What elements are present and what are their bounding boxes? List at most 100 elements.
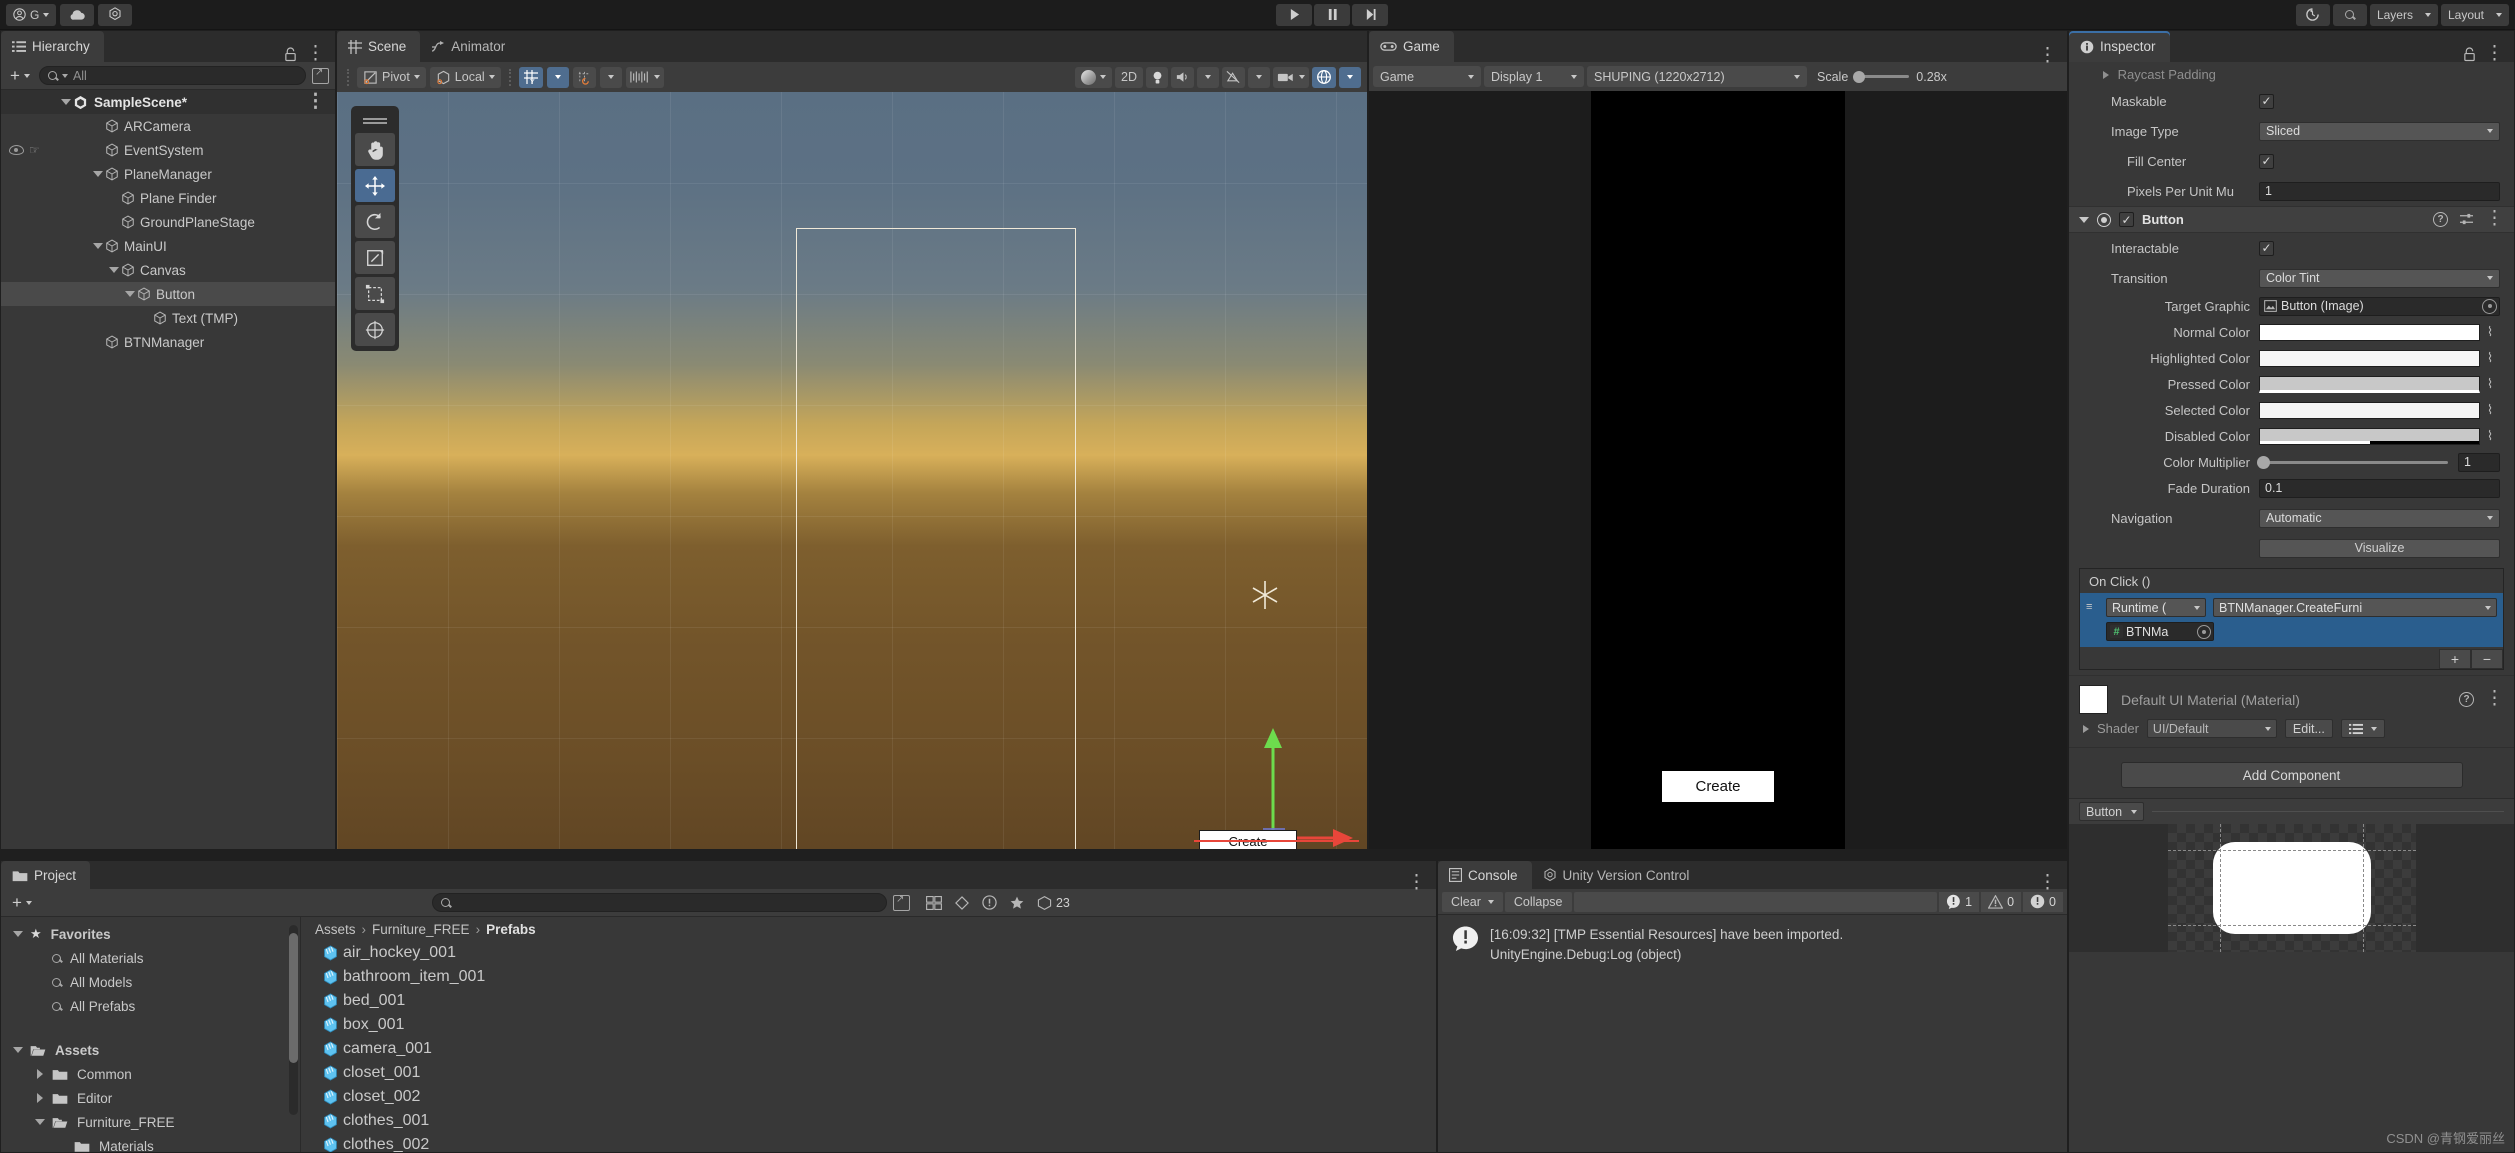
game-menu-icon[interactable]: [2038, 51, 2057, 62]
project-file-row[interactable]: bed_001: [301, 989, 1436, 1013]
hierarchy-search-input[interactable]: All: [38, 66, 306, 85]
drag-handle-icon[interactable]: ≡: [2086, 601, 2099, 613]
effects-toggle-button[interactable]: [1222, 66, 1245, 88]
local-button[interactable]: Local: [429, 66, 501, 88]
audio-toggle-button[interactable]: [1171, 66, 1194, 88]
gizmos-button[interactable]: [1312, 66, 1336, 88]
highlighted-color-swatch[interactable]: [2259, 349, 2480, 367]
game-viewmode-dropdown[interactable]: Game: [1373, 66, 1481, 87]
scene-viewport[interactable]: Create: [337, 92, 1367, 849]
console-search-field[interactable]: [1573, 891, 1938, 912]
history-button[interactable]: [2295, 3, 2330, 26]
shader-edit-button[interactable]: Edit...: [2284, 719, 2333, 738]
hierarchy-item-groundplanestage[interactable]: GroundPlaneStage: [1, 210, 335, 234]
interactable-checkbox[interactable]: [2259, 240, 2274, 256]
console-menu-icon[interactable]: [2038, 878, 2057, 889]
expand-arrow-down-icon[interactable]: [107, 267, 121, 273]
cloud-button[interactable]: [60, 3, 95, 26]
lighting-toggle-button[interactable]: [1146, 66, 1168, 88]
gizmos-dropdown[interactable]: [1339, 66, 1361, 88]
console-warning-count-badge[interactable]: 0: [1981, 891, 2022, 912]
hierarchy-item-btnmanager[interactable]: BTNManager: [1, 330, 335, 354]
on-click-runtime-dropdown[interactable]: Runtime (: [2106, 598, 2206, 617]
on-click-remove-button[interactable]: −: [2471, 649, 2503, 669]
game-viewport[interactable]: Create: [1369, 91, 2067, 849]
tab-version-control[interactable]: Unity Version Control: [1532, 861, 1704, 889]
tool-rect[interactable]: [355, 277, 395, 310]
pixels-per-unit-input[interactable]: 1: [2259, 181, 2500, 201]
button-enabled-checkbox[interactable]: [2119, 212, 2134, 227]
project-file-row[interactable]: clothes_001: [301, 1109, 1436, 1133]
target-graphic-objectfield[interactable]: Button (Image): [2259, 296, 2500, 316]
filter-by-type-icon[interactable]: [926, 895, 942, 910]
help-icon[interactable]: ?: [2433, 212, 2448, 227]
hierarchy-item-arcamera[interactable]: ARCamera: [1, 114, 335, 138]
tool-transform[interactable]: [355, 313, 395, 346]
project-tree-scrollbar[interactable]: [289, 925, 298, 1115]
selected-color-swatch[interactable]: [2259, 401, 2480, 419]
button-component-menu-icon[interactable]: [2485, 214, 2504, 225]
game-display-dropdown[interactable]: Display 1: [1484, 66, 1584, 87]
tab-game[interactable]: Game: [1369, 31, 1454, 62]
tool-rotate[interactable]: [355, 205, 395, 238]
tool-hand[interactable]: [355, 133, 395, 166]
hierarchy-item-canvas[interactable]: Canvas: [1, 258, 335, 282]
expand-arrow-down-icon[interactable]: [11, 1047, 25, 1053]
game-resolution-dropdown[interactable]: SHUPING (1220x2712): [1587, 66, 1807, 87]
grid-snap-dropdown[interactable]: [546, 66, 569, 88]
2d-toggle-button[interactable]: 2D: [1115, 66, 1143, 88]
tool-move[interactable]: [355, 169, 395, 202]
ruler-button[interactable]: [625, 66, 664, 88]
eyedropper-icon[interactable]: ⌇: [2480, 402, 2500, 418]
tool-scale[interactable]: [355, 241, 395, 274]
lock-icon[interactable]: [284, 47, 297, 62]
on-click-object-field[interactable]: # BTNMa: [2106, 622, 2214, 641]
pickability-hand-icon[interactable]: ☜: [29, 143, 40, 157]
on-click-entry[interactable]: ≡ Runtime ( BTNManager.CreateFurni # BTN…: [2080, 593, 2503, 647]
move-gizmo[interactable]: [1217, 692, 1367, 849]
preview-dropdown[interactable]: Button: [2079, 802, 2145, 821]
object-picker-icon[interactable]: [2197, 624, 2211, 639]
search-button[interactable]: [2332, 3, 2367, 26]
play-button[interactable]: [1276, 3, 1313, 26]
game-create-button[interactable]: Create: [1662, 771, 1774, 802]
eyedropper-icon[interactable]: ⌇: [2480, 376, 2500, 392]
on-click-add-button[interactable]: +: [2439, 649, 2471, 669]
project-add-button[interactable]: +: [9, 893, 35, 913]
tab-hierarchy[interactable]: Hierarchy: [1, 31, 104, 62]
add-component-button[interactable]: Add Component: [2120, 762, 2463, 788]
project-tree-item-furniture-free[interactable]: Furniture_FREE: [1, 1110, 300, 1134]
disabled-color-swatch[interactable]: [2259, 427, 2480, 445]
project-tree-item-all-models[interactable]: All Models: [1, 970, 300, 994]
chevron-right-icon[interactable]: [2103, 70, 2109, 79]
help-icon[interactable]: ?: [2459, 692, 2474, 707]
maskable-checkbox[interactable]: [2259, 93, 2274, 109]
hierarchy-item-mainui[interactable]: MainUI: [1, 234, 335, 258]
tab-scene[interactable]: Scene: [337, 31, 421, 62]
raycast-padding-row[interactable]: Raycast Padding: [2069, 62, 2514, 86]
project-file-row[interactable]: air_hockey_001: [301, 941, 1436, 965]
project-tree-item-editor[interactable]: Editor: [1, 1086, 300, 1110]
pause-button[interactable]: [1314, 3, 1351, 26]
hierarchy-item-text-tmp[interactable]: Text (TMP): [1, 306, 335, 330]
tab-animator[interactable]: Animator: [420, 31, 519, 62]
layers-dropdown[interactable]: Layers: [2369, 3, 2438, 26]
project-file-row[interactable]: clothes_002: [301, 1133, 1436, 1152]
expand-arrow-down-icon[interactable]: [33, 1119, 47, 1125]
project-file-row[interactable]: closet_002: [301, 1085, 1436, 1109]
eyedropper-icon[interactable]: ⌇: [2480, 428, 2500, 444]
snap-increment-dropdown[interactable]: [599, 66, 622, 88]
hierarchy-item-button[interactable]: Button: [1, 282, 335, 306]
visibility-eye-icon[interactable]: [9, 145, 24, 155]
warning-filter-icon[interactable]: [982, 895, 997, 910]
project-file-row[interactable]: camera_001: [301, 1037, 1436, 1061]
tab-inspector[interactable]: Inspector: [2069, 31, 2170, 62]
palette-drag-handle[interactable]: [355, 111, 395, 127]
console-error-count-badge[interactable]: 0: [2023, 891, 2063, 912]
expand-arrow-down-icon[interactable]: [91, 171, 105, 177]
shader-dropdown[interactable]: UI/Default: [2146, 719, 2277, 738]
shader-options-button[interactable]: [2340, 719, 2385, 738]
collab-button[interactable]: [98, 3, 133, 26]
scrollbar-thumb[interactable]: [289, 933, 298, 1063]
shading-mode-button[interactable]: [1075, 66, 1113, 88]
